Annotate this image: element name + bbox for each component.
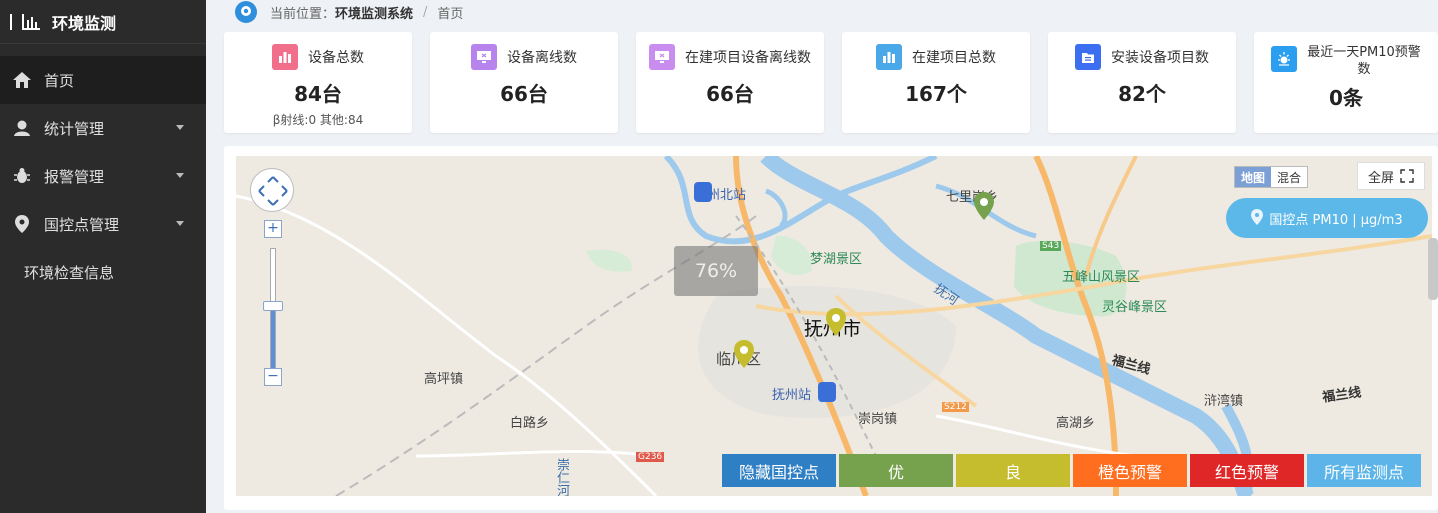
fullscreen-label: 全屏 [1367,170,1394,186]
stat-value: 0条 [1329,86,1363,110]
bug-icon [12,166,32,186]
stat-value: 66台 [706,82,754,106]
breadcrumb: 当前位置： 环境监测系统 / 首页 [234,0,463,24]
map-label-chongren: 崇仁河 [554,458,569,496]
map-label-s43: S43 [1040,241,1062,251]
stat-value: 84台 [294,82,342,106]
breadcrumb-separator: / [423,4,428,20]
zoom-out-button[interactable]: − [264,368,282,386]
app-logo[interactable]: 环境监测 [0,0,206,44]
map-label-xuwan: 浒湾镇 [1204,394,1244,409]
monitor-icon [471,44,497,70]
bar-chart-icon [876,44,902,70]
zoom-slider-fill [271,306,275,368]
train-station-icon[interactable] [818,382,836,402]
sidebar-item-label: 统计管理 [44,119,105,138]
map-label-gaoping: 高坪镇 [424,372,464,387]
map-type-switch: 地图 混合 [1234,166,1309,188]
monitor-marker-moderate[interactable] [826,308,846,336]
stat-label: 设备总数 [308,50,364,66]
map-label-g236: G236 [636,452,665,462]
legend-good-button[interactable]: 良 [956,454,1070,487]
stat-value: 66台 [500,82,548,106]
sidebar-subitem-label: 环境检查信息 [24,263,115,282]
caret-down-icon [176,221,184,226]
stat-value: 82个 [1118,82,1166,106]
logo-divider [10,13,12,30]
stat-card-pm10-alerts[interactable]: 最近一天PM10预警 数 0条 [1254,32,1438,133]
sidebar-item-home[interactable]: 首页 [0,56,206,104]
caret-down-icon [176,173,184,178]
monitor-icon [649,44,675,70]
stat-card-installed-projects[interactable]: 安装设备项目数 82个 [1048,32,1236,133]
map-label-fuzhou-station: 抚州站 [772,388,812,403]
legend-red-alert-button[interactable]: 红色预警 [1190,454,1304,487]
legend-excellent-button[interactable]: 优 [839,454,953,487]
fullscreen-button[interactable]: 全屏 [1357,162,1425,190]
zoom-control: + − [250,168,296,386]
monitor-marker-moderate[interactable] [734,340,754,368]
sidebar-item-label: 首页 [44,71,75,90]
location-icon [12,214,32,234]
stat-value: 167个 [905,82,967,106]
map-label-s212: S212 [942,402,969,412]
map-label-gaohu: 高湖乡 [1056,416,1096,431]
breadcrumb-current: 首页 [437,6,464,22]
legend-orange-alert-button[interactable]: 橙色预警 [1073,454,1187,487]
map-canvas[interactable]: 抚州北站 七里岗乡 梦湖景区 抚河 五峰山风景区 灵谷峰景区 抚州市 临川区 高… [236,156,1432,496]
zoom-percent-indicator: 76% [674,246,758,296]
map-type-hybrid-button[interactable]: 混合 [1271,167,1307,187]
train-station-icon[interactable] [694,182,712,202]
bar-chart-icon [22,13,40,30]
map-label-menghu: 梦湖景区 [810,252,863,267]
breadcrumb-system[interactable]: 环境监测系统 [335,3,413,22]
stat-label: 在建项目总数 [912,50,996,66]
app-title: 环境监测 [52,13,117,33]
pan-arrows-icon [258,176,288,206]
sidebar-subitem-env-info[interactable]: 环境检查信息 [0,248,206,296]
stat-label: 设备离线数 [507,50,577,66]
user-icon [12,118,32,138]
sidebar-item-label: 报警管理 [44,167,105,186]
sidebar-item-label: 国控点管理 [44,215,120,234]
zoom-in-button[interactable]: + [264,220,282,238]
location-pin-icon [235,1,257,23]
legend-hide-control-points-button[interactable]: 隐藏国控点 [722,454,836,487]
bar-chart-icon [272,44,298,70]
map-type-map-button[interactable]: 地图 [1235,167,1272,187]
sun-alert-icon [1271,46,1298,72]
stat-subtext: β射线:0 其他:84 [272,113,364,127]
stat-card-project-total[interactable]: 在建项目总数 167个 [842,32,1030,133]
legend-bar: 隐藏国控点 优 良 橙色预警 红色预警 所有监测点 [722,454,1424,487]
folder-icon [1075,44,1101,70]
sidebar-item-control-points[interactable]: 国控点管理 [0,200,206,248]
fullscreen-icon [1400,169,1414,183]
layer-select-label: 国控点 PM10 | μg/m3 [1269,212,1403,228]
map-label-chonggang: 崇岗镇 [858,412,898,427]
stat-card-project-device-offline[interactable]: 在建项目设备离线数 66台 [636,32,824,133]
location-icon [1251,209,1264,225]
stat-label: 安装设备项目数 [1111,50,1209,66]
stat-card-device-offline[interactable]: 设备离线数 66台 [430,32,618,133]
layer-select-button[interactable]: 国控点 PM10 | μg/m3 [1226,198,1428,238]
sidebar-item-statistics[interactable]: 统计管理 [0,104,206,152]
pan-control[interactable] [250,168,294,212]
breadcrumb-prefix: 当前位置： [270,6,336,22]
zoom-slider-handle[interactable] [263,301,283,311]
stat-label: 最近一天PM10预警 [1307,45,1421,60]
map-label-linggu: 灵谷峰景区 [1102,300,1168,315]
sidebar: 环境监测 首页 统计管理 报警管理 国控点管理 环境检查信息 [0,0,206,513]
scrollbar-thumb[interactable] [1428,238,1438,300]
stat-label: 在建项目设备离线数 [685,50,811,66]
caret-down-icon [176,125,184,130]
map-label-wufeng: 五峰山风景区 [1062,270,1141,285]
monitor-marker-good[interactable] [974,192,994,220]
sidebar-item-alarm[interactable]: 报警管理 [0,152,206,200]
legend-all-stations-button[interactable]: 所有监测点 [1307,454,1421,487]
map-panel: 抚州北站 七里岗乡 梦湖景区 抚河 五峰山风景区 灵谷峰景区 抚州市 临川区 高… [224,146,1438,510]
map-label-bailu: 白路乡 [510,416,550,431]
home-icon [12,70,32,90]
stat-label-line2: 数 [1357,62,1371,77]
stat-card-device-total[interactable]: 设备总数 84台 β射线:0 其他:84 [224,32,412,133]
